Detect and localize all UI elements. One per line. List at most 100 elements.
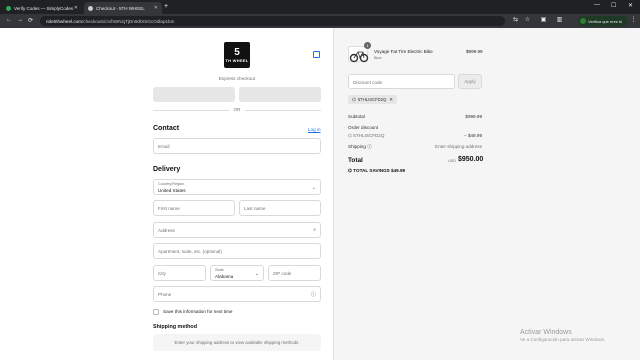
watermark-subtitle: Ve a Configuración para activar Windows.: [520, 337, 606, 342]
close-window-button[interactable]: ✕: [628, 2, 633, 9]
url-domain: ride5thwheel.com: [46, 18, 83, 24]
tab-label: Verify Codes — SimplyCodes: [14, 5, 74, 11]
currency-code: USD: [448, 159, 457, 163]
close-tab-icon[interactable]: ✕: [74, 5, 78, 11]
discount-code-input[interactable]: Discount code: [348, 74, 455, 89]
total-savings: ⌬ TOTAL SAVINGS $49.99: [348, 168, 405, 174]
zip-placeholder: ZIP code: [273, 271, 292, 276]
new-tab-button[interactable]: +: [164, 3, 168, 10]
zip-field[interactable]: ZIP code: [268, 265, 321, 281]
discount-placeholder: Discount code: [353, 80, 383, 85]
checkout-page: 5 TH WHEEL Express checkout OR Contact L…: [0, 28, 640, 360]
savings-label: TOTAL SAVINGS: [353, 168, 390, 173]
savings-value: $49.99: [391, 168, 406, 173]
applied-code: 5THLISCFD2Q: [357, 97, 387, 102]
last-name-field[interactable]: Last name: [239, 200, 321, 216]
tab-label: Checkout - 5TH WHEEL: [96, 5, 145, 11]
search-icon: ⌕: [313, 227, 316, 233]
total-value: $950.00: [458, 156, 484, 163]
tab-checkout[interactable]: Checkout - 5TH WHEEL ✕: [84, 2, 162, 14]
logo-number: 5: [234, 46, 240, 58]
profile-button[interactable]: Verifica que eres tú: [578, 16, 628, 26]
close-tab-icon[interactable]: ✕: [154, 5, 158, 11]
help-icon[interactable]: ⓘ: [367, 144, 372, 149]
sidebar-icon[interactable]: ▥: [556, 17, 563, 24]
subtotal-label: Subtotal: [348, 114, 365, 119]
apply-discount-button[interactable]: Apply: [458, 74, 482, 89]
state-value: Alabama: [215, 274, 234, 279]
applied-discount-chip: ⌬ 5THLISCFD2Q ✕: [348, 95, 398, 104]
shipping-label-row: Shipping ⓘ: [348, 144, 372, 150]
extensions-icon[interactable]: ▣: [540, 17, 547, 24]
first-name-placeholder: First name: [158, 206, 180, 211]
windows-activation-watermark: Activar Windows Ve a Configuración para …: [520, 329, 605, 342]
store-logo[interactable]: 5 TH WHEEL: [224, 42, 250, 68]
save-info-checkbox[interactable]: [153, 309, 159, 315]
translate-icon[interactable]: ⇆: [512, 17, 519, 24]
email-field[interactable]: Email: [153, 138, 321, 154]
order-discount-label: Order discount: [348, 125, 379, 130]
express-pay-button-2[interactable]: [239, 87, 321, 102]
last-name-placeholder: Last name: [244, 206, 266, 211]
back-arrow-icon[interactable]: ←: [6, 17, 12, 23]
state-label: State: [215, 268, 224, 272]
bookmark-star-icon[interactable]: ☆: [524, 17, 531, 24]
address-bar[interactable]: ride5thwheel.com /checkouts/cn/hWN1jTjDn…: [40, 16, 505, 26]
bike-icon: [349, 51, 369, 63]
city-placeholder: City: [158, 271, 166, 276]
maximize-button[interactable]: ☐: [611, 2, 616, 9]
product-name: Voyage Fat Tire Electric Bike: [374, 49, 433, 54]
apartment-field[interactable]: Apartment, suite, etc. (optional): [153, 243, 321, 259]
simplycodes-favicon-icon: [6, 5, 11, 11]
order-discount-code: ⌬ 5THLISCFD2Q: [348, 133, 384, 139]
product-variant: Blue: [374, 56, 382, 60]
apartment-placeholder: Apartment, suite, etc. (optional): [158, 249, 222, 254]
country-select[interactable]: Country/Region United States ⌄: [153, 179, 321, 195]
state-select[interactable]: State Alabama ⌄: [210, 265, 264, 281]
product-price: $999.99: [466, 49, 483, 54]
shipping-method-heading: Shipping method: [153, 324, 198, 330]
browser-toolbar: ← → ⟳ ride5thwheel.com /checkouts/cn/hWN…: [0, 14, 640, 28]
express-pay-button-1[interactable]: [153, 87, 235, 102]
order-discount-value: − $49.99: [463, 133, 482, 138]
avatar: [580, 18, 586, 24]
email-placeholder: Email: [158, 144, 170, 149]
address-field[interactable]: Address ⌕: [153, 222, 321, 238]
shopping-bag-icon[interactable]: [313, 51, 320, 58]
total-label: Total: [348, 157, 363, 164]
chevron-down-icon: ⌄: [311, 185, 316, 191]
save-info-label: Save this information for next time: [163, 309, 233, 314]
or-divider: OR: [153, 107, 321, 112]
country-value: United States: [158, 188, 186, 193]
express-checkout-label: Express checkout: [218, 76, 256, 81]
order-summary: 1 Voyage Fat Tire Electric Bike Blue $99…: [333, 28, 640, 360]
city-field[interactable]: City: [153, 265, 206, 281]
watermark-title: Activar Windows: [520, 329, 572, 336]
country-label: Country/Region: [158, 182, 185, 186]
browser-tab-strip: Verify Codes — SimplyCodes ✕ Checkout - …: [0, 0, 640, 14]
quantity-badge: 1: [364, 42, 371, 49]
phone-placeholder: Phone: [158, 292, 172, 297]
tab-simplycodes[interactable]: Verify Codes — SimplyCodes ✕: [2, 2, 82, 14]
chevron-down-icon: ⌄: [254, 271, 259, 277]
phone-field[interactable]: Phone ⓘ: [153, 286, 321, 302]
help-icon[interactable]: ⓘ: [311, 291, 316, 298]
store-favicon-icon: [88, 5, 93, 11]
login-link[interactable]: Log in: [308, 127, 321, 132]
url-path: /checkouts/cn/hWN1jTjDn9dtXSGcOdlap1bm: [82, 18, 175, 24]
remove-discount-icon[interactable]: ✕: [389, 97, 393, 103]
forward-arrow-icon[interactable]: →: [17, 17, 23, 23]
shipping-value: Enter shipping address: [435, 144, 482, 149]
minimize-button[interactable]: —: [594, 2, 600, 8]
first-name-field[interactable]: First name: [153, 200, 235, 216]
logo-word: TH WHEEL: [225, 57, 249, 63]
subtotal-value: $999.99: [465, 114, 482, 119]
contact-heading: Contact: [153, 125, 180, 132]
reload-icon[interactable]: ⟳: [28, 17, 33, 24]
menu-icon[interactable]: ⋮: [630, 17, 637, 24]
shipping-method-message: Enter your shipping address to view avai…: [153, 334, 321, 351]
address-placeholder: Address: [158, 228, 175, 233]
delivery-heading: Delivery: [153, 166, 181, 173]
tag-icon: ⌬: [352, 96, 356, 102]
order-discount-code-text: 5THLISCFD2Q: [353, 133, 385, 138]
